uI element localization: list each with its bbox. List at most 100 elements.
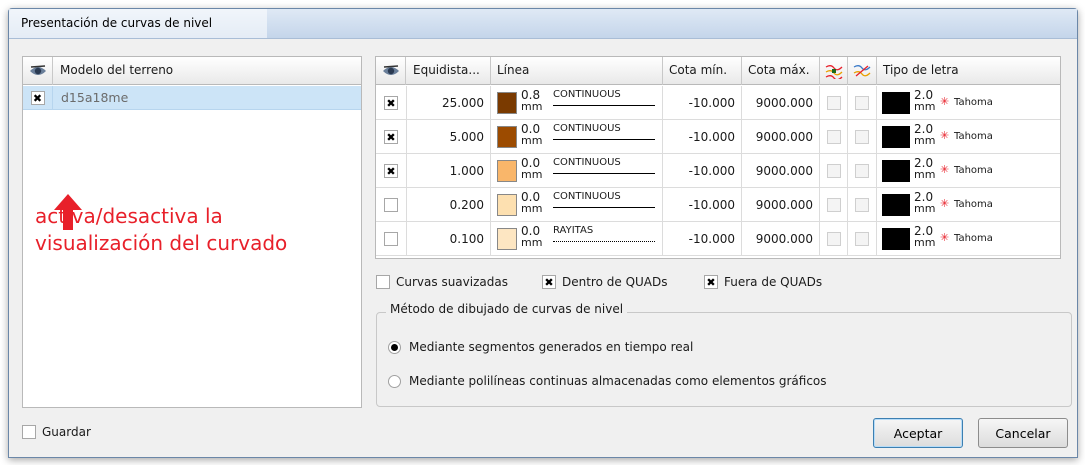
save-option[interactable]: Guardar	[22, 425, 91, 439]
level-visibility-checkbox[interactable]	[384, 232, 398, 246]
level-line-style[interactable]: 0.0 mm RAYITAS	[491, 222, 663, 256]
font-column-header[interactable]: Tipo de letra	[877, 57, 1062, 85]
level-equidistance[interactable]: 5.000	[407, 120, 491, 154]
outside-quads-checkbox[interactable]	[704, 275, 718, 289]
level-font[interactable]: 2.0 mm ✳ Tahoma	[877, 188, 1062, 222]
contour-level-row[interactable]: 1.0000.0mmCONTINUOUS-10.0009000.0002.0mm…	[376, 154, 1060, 188]
level-equidistance[interactable]: 0.200	[407, 188, 491, 222]
font-color-swatch[interactable]	[882, 194, 910, 216]
level-min-elevation[interactable]: -10.000	[663, 188, 742, 222]
level-min-elevation[interactable]: -10.000	[663, 222, 742, 256]
font-size-unit: mm	[914, 168, 936, 181]
line-type-preview	[553, 173, 655, 174]
level-visibility-checkbox[interactable]	[384, 130, 398, 144]
outside-quads-option[interactable]: Fuera de QUADs	[704, 273, 822, 291]
line-type-name: CONTINUOUS	[553, 157, 621, 168]
level-font[interactable]: 2.0 mm ✳ Tahoma	[877, 154, 1062, 188]
level-line-style[interactable]: 0.0 mm CONTINUOUS	[491, 188, 663, 222]
label-style-checkbox[interactable]	[855, 96, 869, 110]
drawing-method-group	[376, 312, 1072, 407]
level-equidistance[interactable]: 25.000	[407, 86, 491, 120]
label-style-checkbox[interactable]	[855, 198, 869, 212]
cancel-button[interactable]: Cancelar	[978, 418, 1068, 448]
level-equidistance[interactable]: 1.000	[407, 154, 491, 188]
smooth-curves-checkbox[interactable]	[376, 275, 390, 289]
method-option-polylines[interactable]: Mediante polilíneas continuas almacenada…	[388, 374, 827, 388]
line-width-unit: mm	[521, 202, 543, 215]
level-max-elevation[interactable]: 9000.000	[742, 154, 820, 188]
level-equidistance[interactable]: 0.100	[407, 222, 491, 256]
label-placement-checkbox[interactable]	[826, 198, 841, 212]
font-color-swatch[interactable]	[882, 92, 910, 114]
contour-level-row[interactable]: 0.200 0.0 mm CONTINUOUS -10.000 9000.000 2.0 mm…	[376, 188, 1060, 222]
label-style-checkbox[interactable]	[855, 164, 869, 178]
level-visibility-checkbox[interactable]	[384, 96, 398, 110]
label-placement-cell	[820, 188, 848, 222]
inside-quads-checkbox[interactable]	[542, 275, 556, 289]
contour-level-row[interactable]: 0.100 0.0 mm RAYITAS -10.000 9000.000 2.0 mm ✳ Ta…	[376, 222, 1060, 256]
terrain-model-row[interactable]: d15a18me	[23, 86, 361, 110]
accept-button[interactable]: Aceptar	[873, 418, 963, 448]
label-style-cell	[848, 222, 877, 256]
contour-level-row[interactable]: 5.0000.0mmCONTINUOUS-10.0009000.000 2.0mm…	[376, 120, 1060, 154]
terrain-model-column-header[interactable]: Modelo del terreno	[54, 57, 362, 85]
font-name: Tahoma	[954, 165, 993, 176]
label-placement-checkbox[interactable]	[826, 164, 841, 178]
label-style-checkbox[interactable]	[855, 232, 869, 246]
level-max-elevation[interactable]: 9000.000	[742, 86, 820, 120]
font-name: Tahoma	[954, 97, 993, 108]
smooth-curves-option[interactable]: Curvas suavizadas	[376, 273, 508, 291]
level-min-elevation[interactable]: -10.000	[663, 120, 742, 154]
method-option-realtime[interactable]: Mediante segmentos generados en tiempo r…	[388, 340, 693, 354]
method-polylines-label: Mediante polilíneas continuas almacenada…	[409, 374, 827, 388]
label-placement-cell	[820, 154, 848, 188]
terrain-model-name: d15a18me	[61, 90, 129, 105]
inside-quads-option[interactable]: Dentro de QUADs	[542, 273, 668, 291]
level-visibility-checkbox[interactable]	[384, 198, 398, 212]
font-color-swatch[interactable]	[882, 160, 910, 182]
line-column-header[interactable]: Línea	[491, 57, 663, 85]
line-color-swatch[interactable]	[497, 126, 517, 148]
line-color-swatch[interactable]	[497, 194, 517, 216]
level-line-style[interactable]: 0.8 mm CONTINUOUS	[491, 86, 663, 120]
label-style-icon	[848, 57, 877, 85]
equidistance-column-header[interactable]: Equidista...	[407, 57, 491, 85]
label-placement-checkbox[interactable]	[826, 232, 841, 246]
method-polylines-radio[interactable]	[388, 374, 401, 388]
min-elevation-column-header[interactable]: Cota mín.	[663, 57, 742, 85]
line-color-swatch[interactable]	[497, 160, 517, 182]
line-color-swatch[interactable]	[497, 228, 517, 250]
line-color-swatch[interactable]	[497, 92, 517, 114]
label-placement-checkbox[interactable]	[826, 130, 841, 144]
line-type-name: CONTINUOUS	[553, 89, 621, 100]
font-color-swatch[interactable]	[882, 126, 910, 148]
label-style-checkbox[interactable]	[855, 130, 869, 144]
terrain-visibility-checkbox[interactable]	[30, 91, 45, 105]
font-type-icon: ✳	[940, 129, 950, 142]
level-font[interactable]: 2.0 mm ✳ Tahoma	[877, 120, 1062, 154]
label-style-cell	[848, 188, 877, 222]
level-font[interactable]: 2.0 mm ✳ Tahoma	[877, 222, 1062, 256]
line-width-unit: mm	[521, 236, 543, 249]
level-line-style[interactable]: 0.0 mm CONTINUOUS	[491, 154, 663, 188]
font-type-icon: ✳	[940, 163, 950, 176]
font-color-swatch[interactable]	[882, 228, 910, 250]
terrain-visibility-cell	[23, 86, 53, 110]
save-checkbox[interactable]	[22, 425, 36, 439]
level-min-elevation[interactable]: -10.000	[663, 86, 742, 120]
contour-level-row[interactable]: 25.0000.8mmCONTINUOUS-10.0009000.000 2.0m…	[376, 86, 1060, 120]
label-style-cell	[848, 120, 877, 154]
level-max-elevation[interactable]: 9000.000	[742, 188, 820, 222]
label-placement-cell	[820, 120, 848, 154]
level-max-elevation[interactable]: 9000.000	[742, 222, 820, 256]
level-font[interactable]: 2.0 mm ✳ Tahoma	[877, 86, 1062, 120]
annotation-line-2: visualización del curvado	[35, 231, 288, 255]
level-max-elevation[interactable]: 9000.000	[742, 120, 820, 154]
method-realtime-radio[interactable]	[388, 340, 401, 354]
line-type-name: CONTINUOUS	[553, 191, 621, 202]
label-placement-checkbox[interactable]	[826, 96, 841, 110]
level-visibility-checkbox[interactable]	[384, 164, 398, 178]
max-elevation-column-header[interactable]: Cota máx.	[742, 57, 820, 85]
level-line-style[interactable]: 0.0 mm CONTINUOUS	[491, 120, 663, 154]
level-min-elevation[interactable]: -10.000	[663, 154, 742, 188]
